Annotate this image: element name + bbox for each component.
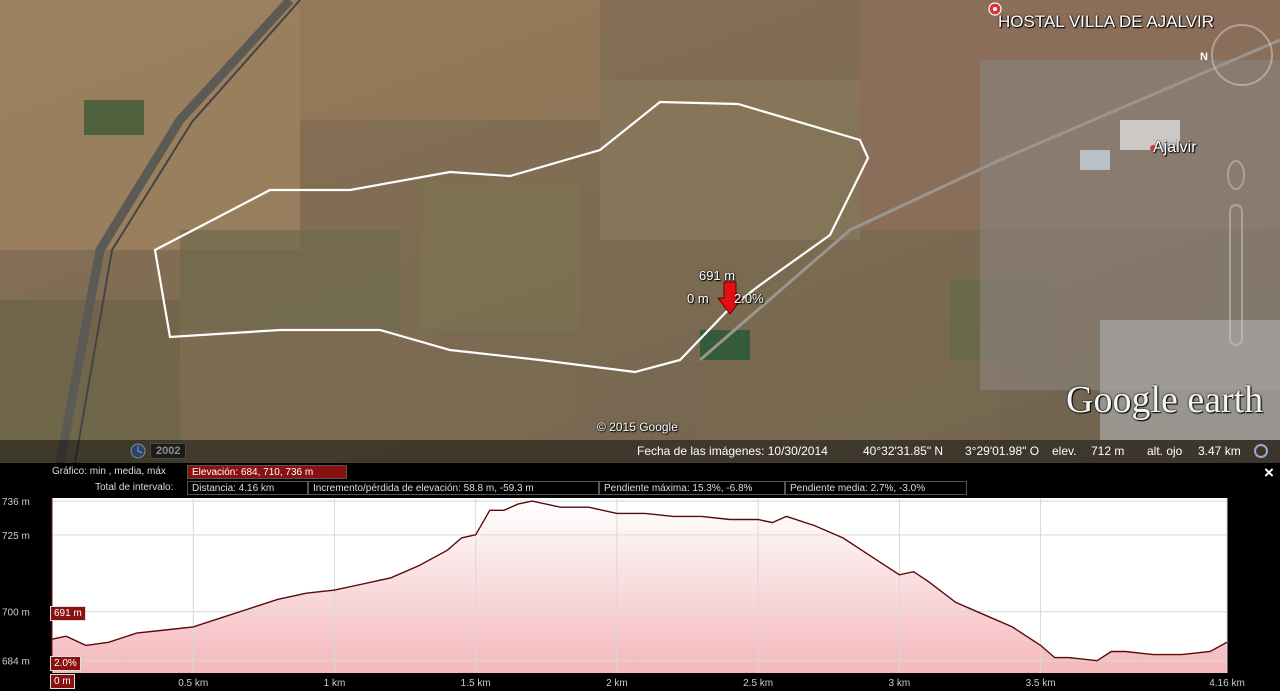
svg-text:N: N xyxy=(1200,51,1208,63)
longitude: 3°29'01.98" O xyxy=(965,444,1040,458)
y-tick-label: 684 m xyxy=(2,657,30,668)
marker-distance: 0 m xyxy=(687,291,709,306)
elevation-chart[interactable]: 684 m 700 m 725 m 736 m 0.5 km 1 km 1.5 km 2 km… xyxy=(0,463,1280,691)
latitude: 40°32'31.85" N xyxy=(863,444,944,458)
x-tick-label: 1.5 km xyxy=(461,678,491,689)
map-copyright: © 2015 Google xyxy=(597,420,678,434)
eye-altitude-value: 3.47 km xyxy=(1198,444,1241,458)
x-tick-label: 3.5 km xyxy=(1026,678,1056,689)
y-tick-label: 700 m xyxy=(2,608,30,619)
status-bar: Fecha de las imágenes: 10/30/2014 40°32'… xyxy=(0,440,1280,463)
marker-elevation: 691 m xyxy=(699,268,736,283)
town-label[interactable]: Ajalvir xyxy=(1153,139,1197,157)
cursor-slope-tag: 2.0% xyxy=(50,656,81,671)
x-tick-label: 3 km xyxy=(889,678,911,689)
google-earth-logo: Google earth xyxy=(1066,379,1264,421)
hostal-label[interactable]: HOSTAL VILLA DE AJALVIR xyxy=(998,12,1214,32)
cursor-elevation-tag: 691 m xyxy=(50,606,86,621)
cursor-distance-tag: 0 m xyxy=(50,674,75,689)
imagery-date: Fecha de las imágenes: 10/30/2014 xyxy=(637,444,828,458)
y-tick-label: 725 m xyxy=(2,531,30,542)
x-tick-label: 2.5 km xyxy=(743,678,773,689)
elevation-label: elev. xyxy=(1052,444,1077,458)
loading-indicator-icon xyxy=(1254,444,1268,458)
elevation-value: 712 m xyxy=(1091,444,1125,458)
elevation-profile-panel[interactable]: Gráfico: min , media, máx Elevación: 684… xyxy=(0,463,1280,691)
y-tick-label: 736 m xyxy=(2,497,30,508)
marker-slope: 2.0% xyxy=(734,291,764,306)
x-tick-label: 1 km xyxy=(324,678,346,689)
x-tick-label: 0.5 km xyxy=(178,678,208,689)
x-tick-label: 4.16 km xyxy=(1209,678,1245,689)
x-tick-label: 2 km xyxy=(606,678,628,689)
satellite-map[interactable]: N HOSTAL VILLA DE AJALVIR Ajalvir 691 m … xyxy=(0,0,1280,463)
eye-altitude-label: alt. ojo xyxy=(1147,444,1183,458)
